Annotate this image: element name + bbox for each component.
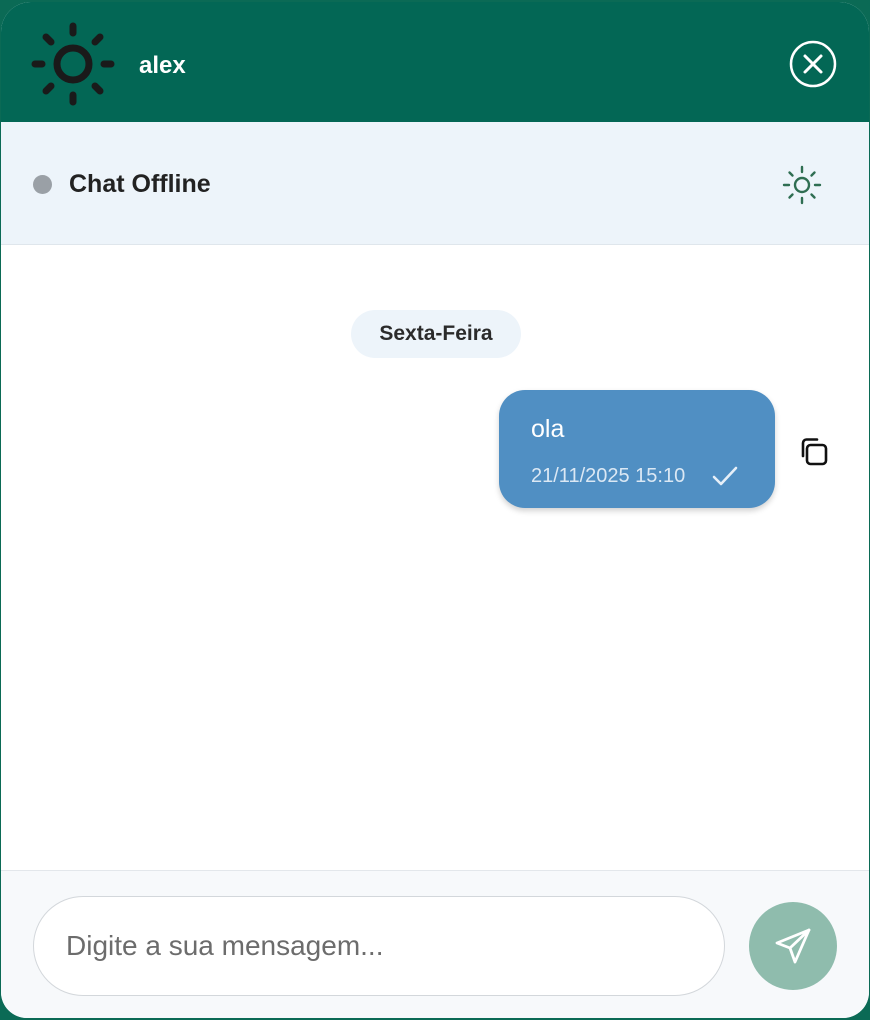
sun-gear-logo-icon — [31, 22, 115, 106]
chat-contact-name: alex — [139, 52, 186, 79]
message-timestamp: 21/11/2025 15:10 — [531, 465, 686, 487]
chat-window: alex Chat Offline Sexta-Feira ola 21/11/… — [1, 2, 869, 1018]
sun-icon[interactable] — [781, 164, 823, 206]
send-button[interactable] — [749, 902, 837, 990]
send-icon — [775, 928, 811, 964]
chat-header: alex — [1, 2, 869, 122]
chat-status-text: Chat Offline — [69, 170, 211, 198]
close-icon[interactable] — [789, 40, 837, 88]
status-indicator-dot — [33, 175, 52, 194]
message-bubble: ola 21/11/2025 15:10 — [499, 390, 775, 508]
message-text: ola — [531, 415, 565, 443]
copy-icon[interactable] — [797, 434, 833, 470]
date-separator: Sexta-Feira — [351, 310, 521, 358]
message-input[interactable] — [33, 896, 725, 996]
check-icon — [712, 466, 738, 486]
